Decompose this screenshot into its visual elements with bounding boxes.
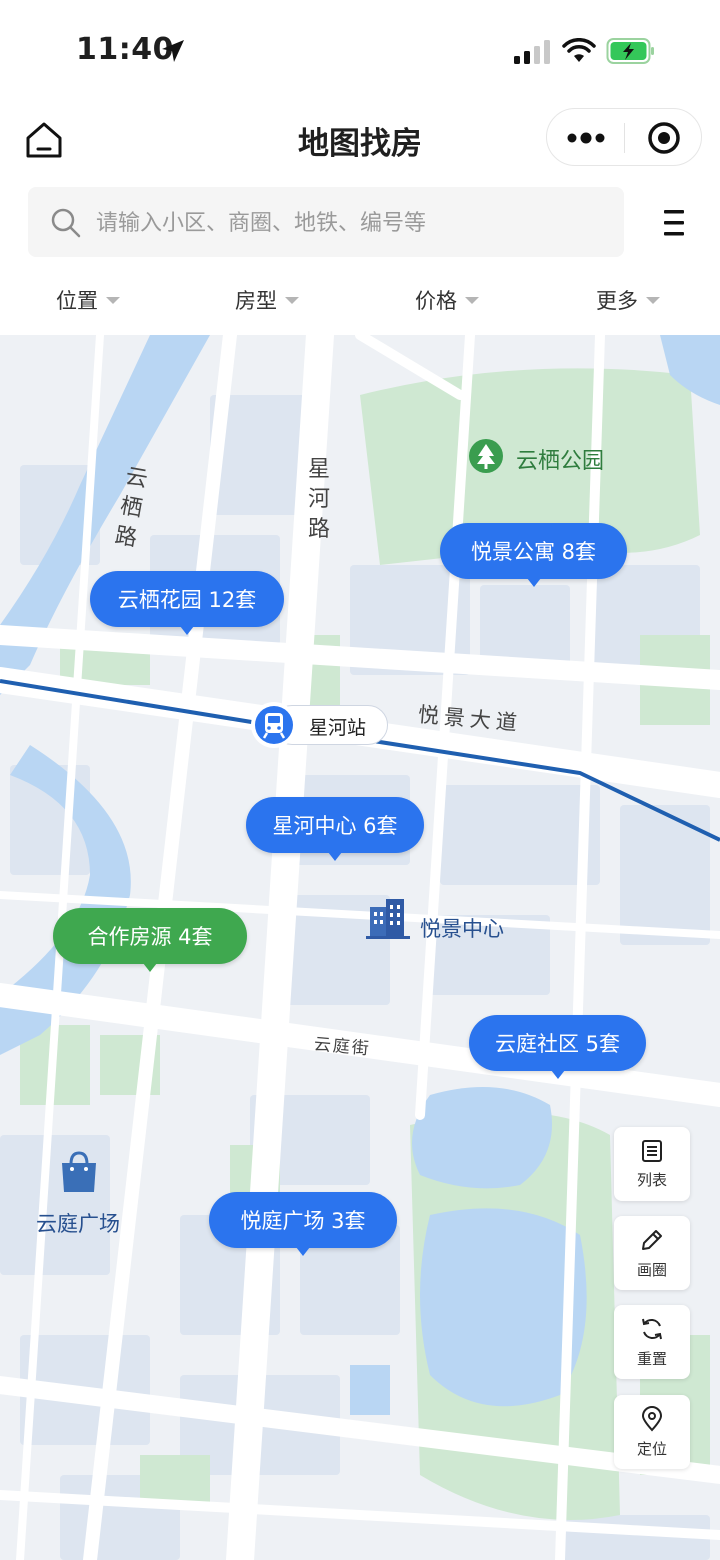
listing-pin-yunqi-garden[interactable]: 云栖花园 12套 (90, 571, 284, 635)
location-arrow-icon (162, 40, 184, 62)
filter-label: 更多 (596, 289, 638, 313)
filter-label: 房型 (235, 289, 277, 313)
metro-icon (251, 702, 297, 748)
mini-program-capsule (546, 108, 702, 166)
road-label-yunting: 云庭街 (313, 1034, 372, 1060)
listing-pin-yuejing-apartment[interactable]: 悦景公寓 8套 (440, 523, 627, 587)
filter-label: 价格 (415, 289, 457, 313)
locate-button[interactable]: 定位 (614, 1395, 690, 1469)
search-input[interactable] (94, 187, 598, 259)
building-poi[interactable] (366, 897, 410, 945)
listing-pin-yueting-plaza[interactable]: 悦庭广场 3套 (209, 1192, 397, 1256)
chevron-down-icon (106, 296, 120, 304)
location-pin-icon (641, 1405, 663, 1431)
tool-label: 定位 (636, 1439, 667, 1458)
hamburger-menu-icon (664, 210, 684, 236)
listing-pin-xinghe-center[interactable]: 星河中心 6套 (246, 797, 424, 861)
filter-label: 位置 (56, 289, 98, 313)
cellular-signal-icon (514, 40, 550, 64)
status-bar: 11:40 (0, 0, 720, 100)
filter-more[interactable]: 更多 (596, 280, 660, 320)
refresh-icon (642, 1318, 662, 1339)
partner-listing-pin[interactable]: 合作房源 4套 (53, 908, 247, 972)
search-icon (51, 208, 81, 238)
shopping-bag-icon (62, 1151, 96, 1192)
park-poi[interactable] (468, 438, 504, 478)
battery-charging-icon (606, 38, 654, 64)
draw-circle-button[interactable]: 画圈 (614, 1216, 690, 1290)
search-bar (28, 187, 624, 259)
building-label: 悦景中心 (420, 917, 504, 941)
filter-room-type[interactable]: 房型 (235, 280, 299, 320)
tool-label: 列表 (636, 1170, 667, 1189)
chevron-down-icon (646, 296, 660, 304)
tool-label: 重置 (636, 1349, 667, 1368)
tool-label: 画圈 (636, 1260, 667, 1279)
mall-poi[interactable] (58, 1150, 100, 1198)
office-building-icon (366, 899, 410, 939)
chevron-down-icon (465, 296, 479, 304)
target-close-icon (647, 122, 680, 154)
list-icon (642, 1139, 662, 1162)
road-label-xinghe: 星河路 (308, 457, 331, 542)
chevron-down-icon (285, 296, 299, 304)
close-mini-program-button[interactable] (625, 109, 702, 167)
listing-pin-yunting-community[interactable]: 云庭社区 5套 (469, 1015, 646, 1079)
station-label: 星河站 (309, 717, 367, 739)
list-view-button[interactable]: 列表 (614, 1127, 690, 1201)
park-label: 云栖公园 (516, 449, 605, 474)
station-marker[interactable] (250, 701, 298, 753)
wifi-icon (562, 38, 596, 62)
map-view[interactable]: 云栖路 星河路 悦景大道 云庭街 云栖公园 星河站 悦景中心 云庭广场 悦景公寓… (0, 335, 720, 1560)
more-options-button[interactable] (547, 109, 624, 167)
reset-button[interactable]: 重置 (614, 1305, 690, 1379)
mall-label: 云庭广场 (36, 1212, 120, 1236)
filter-price[interactable]: 价格 (415, 280, 479, 320)
pencil-icon (642, 1229, 662, 1250)
tree-icon (469, 439, 503, 473)
filter-location[interactable]: 位置 (56, 280, 120, 320)
menu-button[interactable] (656, 206, 692, 240)
ellipsis-icon (567, 132, 604, 144)
